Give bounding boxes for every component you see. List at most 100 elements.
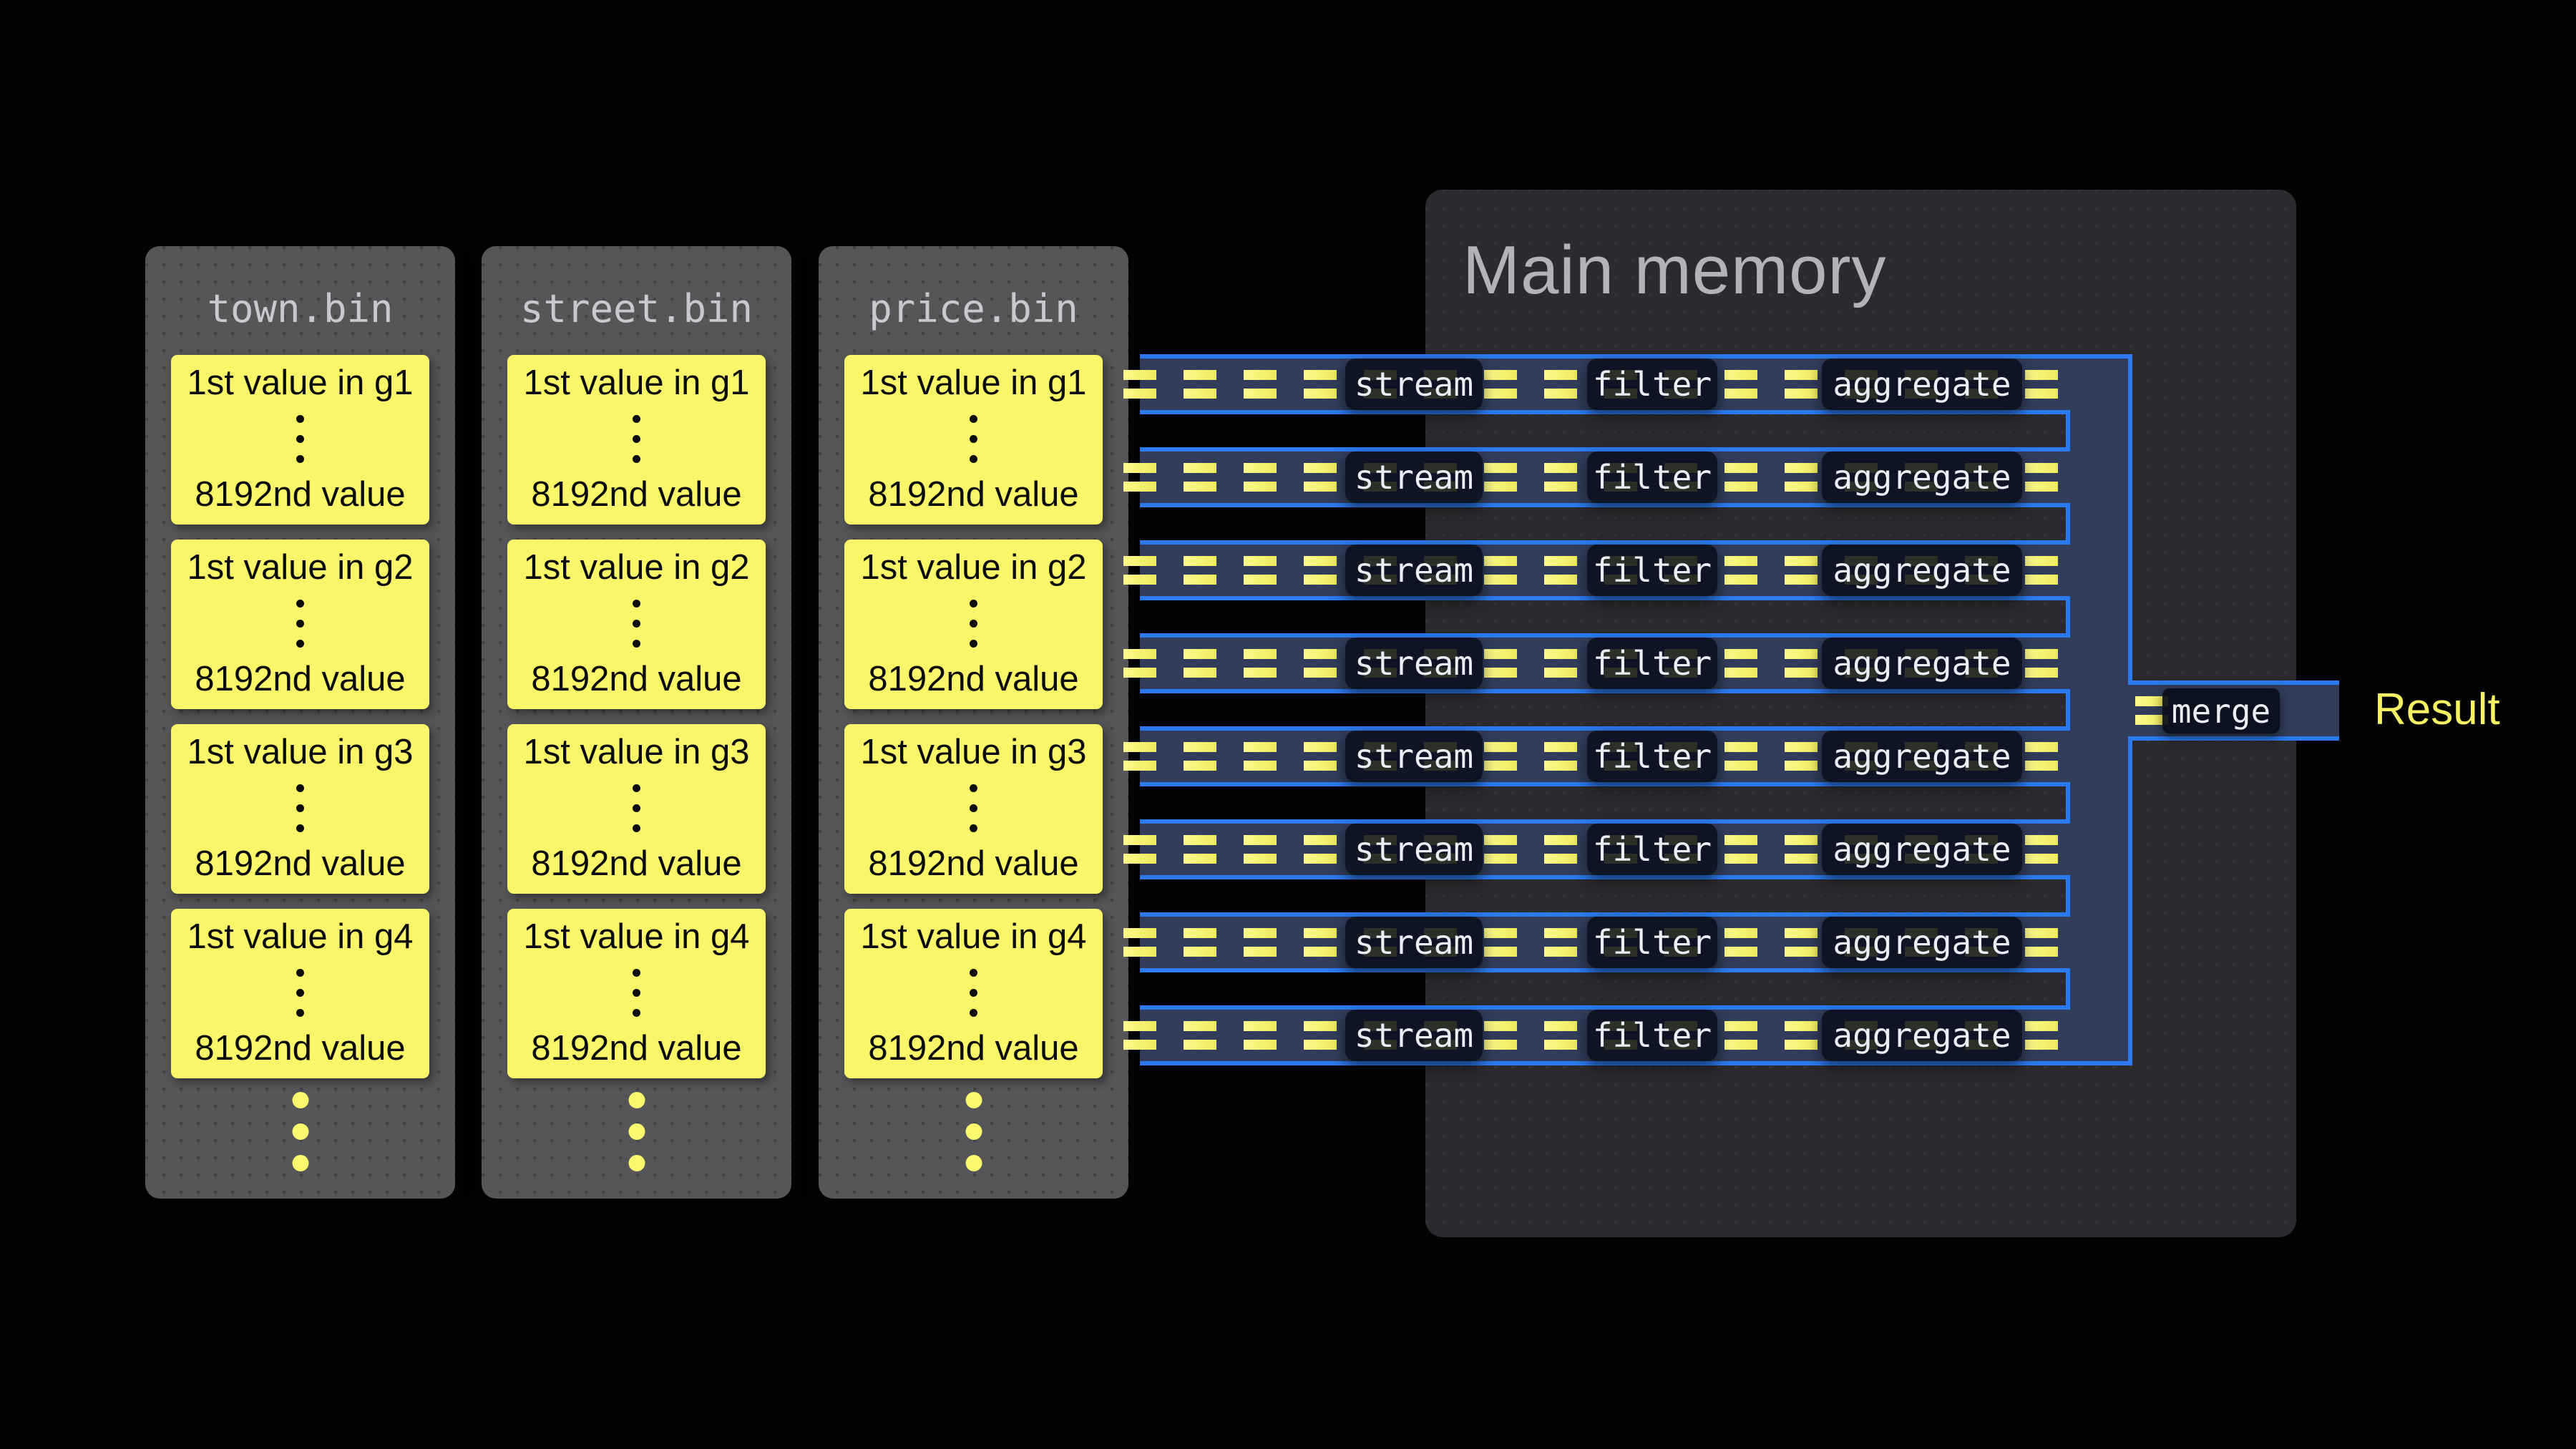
main-memory-title: Main memory bbox=[1463, 231, 1886, 310]
block-first-value-label: 1st value in g4 bbox=[861, 919, 1087, 955]
block-first-value-label: 1st value in g2 bbox=[187, 550, 414, 586]
ellipsis-dot bbox=[628, 1155, 645, 1171]
block-first-value-label: 1st value in g2 bbox=[524, 550, 750, 586]
data-stream-dash-icon bbox=[1544, 556, 1577, 585]
data-stream-dash-icon bbox=[1484, 1021, 1517, 1050]
ellipsis-dot bbox=[633, 969, 640, 977]
ellipsis-dot bbox=[970, 600, 977, 608]
ellipsis-dot bbox=[296, 1009, 304, 1017]
vertical-ellipsis bbox=[970, 969, 977, 1017]
ellipsis-dot bbox=[296, 640, 304, 648]
data-stream-dash-icon bbox=[2025, 835, 2058, 864]
more-groups-ellipsis bbox=[628, 1092, 645, 1171]
data-stream-dash-icon bbox=[1184, 1021, 1216, 1050]
stage-box-stream: stream bbox=[1345, 638, 1483, 689]
data-stream-dash-icon bbox=[1724, 835, 1757, 864]
data-stream-dash-icon bbox=[1785, 928, 1818, 957]
stage-box-filter: filter bbox=[1587, 452, 1717, 503]
ellipsis-dot bbox=[970, 1009, 977, 1017]
data-stream-dash-icon bbox=[2025, 463, 2058, 492]
ellipsis-dot bbox=[633, 415, 640, 423]
data-stream-dash-icon bbox=[2025, 1021, 2058, 1050]
value-block: 1st value in g48192nd value bbox=[844, 909, 1103, 1078]
ellipsis-dot bbox=[292, 1123, 308, 1140]
data-stream-dash-icon bbox=[1304, 370, 1337, 399]
data-stream-dash-icon bbox=[1544, 1021, 1577, 1050]
data-stream-dash-icon bbox=[1785, 370, 1818, 399]
data-stream-dash-icon bbox=[1785, 742, 1818, 771]
block-last-value-label: 8192nd value bbox=[531, 661, 741, 698]
ellipsis-dot bbox=[633, 455, 640, 463]
block-first-value-label: 1st value in g2 bbox=[861, 550, 1087, 586]
vertical-ellipsis bbox=[970, 415, 977, 463]
file-column-price.bin: price.bin1st value in g18192nd value1st … bbox=[819, 246, 1128, 1199]
value-block: 1st value in g28192nd value bbox=[844, 540, 1103, 709]
data-stream-dash-icon bbox=[1304, 928, 1337, 957]
ellipsis-dot bbox=[633, 640, 640, 648]
pipeline-row: streamfilteraggregate bbox=[1140, 447, 2128, 507]
data-stream-dash-icon bbox=[2025, 649, 2058, 678]
ellipsis-dot bbox=[970, 415, 977, 423]
block-first-value-label: 1st value in g4 bbox=[524, 919, 750, 955]
ellipsis-dot bbox=[633, 620, 640, 628]
ellipsis-dot bbox=[296, 600, 304, 608]
ellipsis-dot bbox=[970, 989, 977, 997]
data-stream-dash-icon bbox=[1544, 835, 1577, 864]
value-block: 1st value in g2 8192nd value bbox=[507, 540, 766, 709]
vertical-ellipsis bbox=[296, 600, 304, 648]
data-stream-dash-icon bbox=[1484, 928, 1517, 957]
ellipsis-dot bbox=[296, 415, 304, 423]
data-stream-dash-icon bbox=[1244, 649, 1277, 678]
ellipsis-dot bbox=[296, 824, 304, 832]
data-stream-dash-icon bbox=[1184, 835, 1216, 864]
block-first-value-label: 1st value in g4 bbox=[187, 919, 414, 955]
ellipsis-dot bbox=[292, 1092, 308, 1108]
data-stream-dash-icon bbox=[1544, 463, 1577, 492]
ellipsis-dot bbox=[296, 784, 304, 792]
stage-box-aggregate: aggregate bbox=[1822, 1010, 2022, 1061]
data-stream-dash-icon bbox=[1304, 556, 1337, 585]
ellipsis-dot bbox=[633, 784, 640, 792]
ellipsis-dot bbox=[965, 1092, 982, 1108]
data-stream-dash-icon bbox=[1244, 1021, 1277, 1050]
value-block: 1st value in g38192nd value bbox=[844, 724, 1103, 894]
data-stream-dash-icon bbox=[1184, 649, 1216, 678]
data-stream-dash-icon bbox=[1244, 370, 1277, 399]
stage-box-stream: stream bbox=[1345, 917, 1483, 968]
block-last-value-label: 8192nd value bbox=[531, 477, 741, 513]
ellipsis-dot bbox=[633, 804, 640, 812]
data-stream-dash-icon bbox=[1244, 556, 1277, 585]
data-stream-dash-icon bbox=[1484, 835, 1517, 864]
data-stream-dash-icon bbox=[1484, 463, 1517, 492]
data-stream-dash-icon bbox=[1724, 928, 1757, 957]
collector-right-edge bbox=[2128, 354, 2132, 680]
data-stream-dash-icon bbox=[1123, 556, 1156, 585]
result-label: Result bbox=[2374, 684, 2500, 735]
ellipsis-dot bbox=[633, 435, 640, 443]
pipeline-row: streamfilteraggregate bbox=[1140, 633, 2128, 693]
data-stream-dash-icon bbox=[1724, 370, 1757, 399]
file-column-header: price.bin bbox=[819, 286, 1128, 331]
data-stream-dash-icon bbox=[2025, 556, 2058, 585]
stage-box-filter: filter bbox=[1587, 545, 1717, 596]
stage-box-filter: filter bbox=[1587, 731, 1717, 782]
collector-right-edge bbox=[2128, 741, 2132, 1065]
value-block: 1st value in g18192nd value bbox=[171, 355, 429, 525]
ellipsis-dot bbox=[970, 455, 977, 463]
data-stream-dash-icon bbox=[1304, 742, 1337, 771]
data-stream-dash-icon bbox=[1184, 928, 1216, 957]
ellipsis-dot bbox=[296, 620, 304, 628]
stage-box-aggregate: aggregate bbox=[1822, 452, 2022, 503]
data-stream-dash-icon bbox=[1785, 1021, 1818, 1050]
data-stream-dash-icon bbox=[1123, 928, 1156, 957]
more-groups-ellipsis bbox=[965, 1092, 982, 1171]
data-stream-dash-icon bbox=[1184, 742, 1216, 771]
stage-box-stream: stream bbox=[1345, 545, 1483, 596]
pipeline-row: streamfilteraggregate bbox=[1140, 354, 2128, 414]
data-stream-dash-icon bbox=[1184, 370, 1216, 399]
block-last-value-label: 8192nd value bbox=[195, 661, 405, 698]
merge-stage-label: merge bbox=[2172, 692, 2270, 731]
data-stream-dash-icon bbox=[1304, 649, 1337, 678]
vertical-ellipsis bbox=[633, 600, 640, 648]
pipeline-row: streamfilteraggregate bbox=[1140, 819, 2128, 879]
